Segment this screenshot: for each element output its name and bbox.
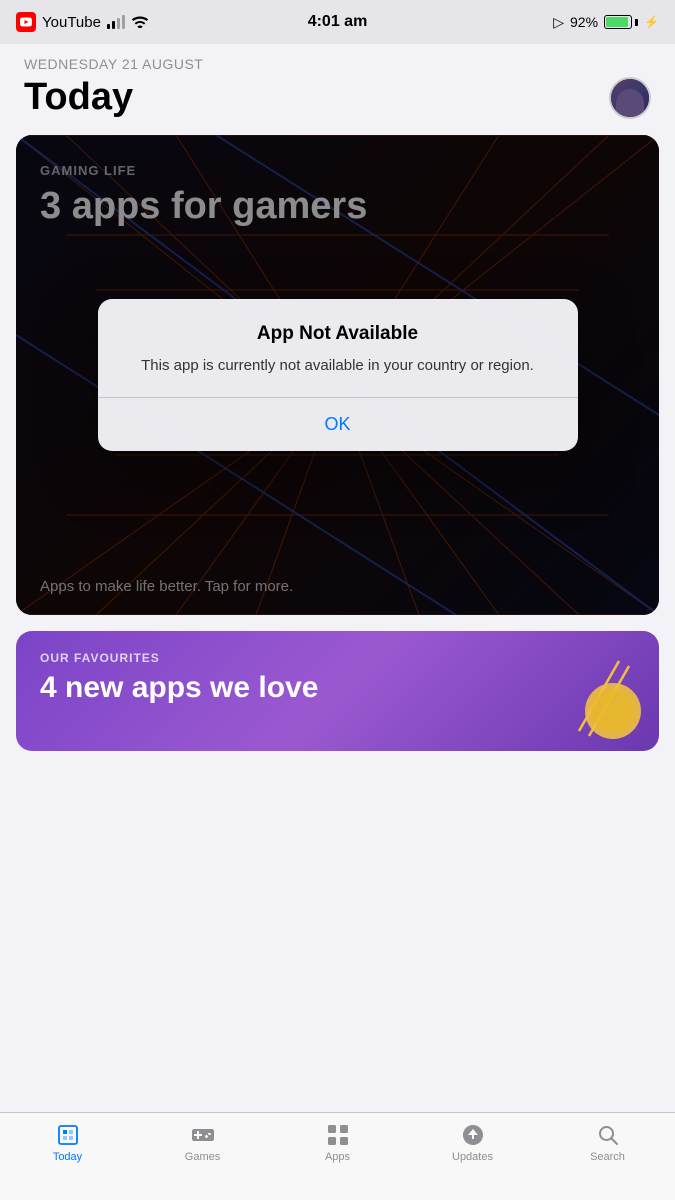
tab-updates[interactable]: Updates [405,1123,540,1163]
tab-search-label: Search [590,1151,625,1163]
tab-updates-label: Updates [452,1151,493,1163]
wifi-icon [131,14,149,31]
alert-title: App Not Available [122,323,554,345]
alert-message: This app is currently not available in y… [122,355,554,377]
today-title-row: Today [24,76,651,119]
tab-apps-label: Apps [325,1151,350,1163]
coin-decoration [583,681,643,741]
apps-icon [326,1123,350,1147]
tab-today[interactable]: Today [0,1123,135,1163]
games-icon [191,1123,215,1147]
status-bar: YouTube 4:01 am ▷ 92% ⚡ [0,0,675,44]
tab-games-label: Games [185,1151,220,1163]
status-right: ▷ 92% ⚡ [553,14,659,31]
charging-icon: ⚡ [644,15,659,29]
search-icon [596,1123,620,1147]
dialog-overlay: App Not Available This app is currently … [16,135,659,615]
tab-search[interactable]: Search [540,1123,675,1163]
today-header: WEDNESDAY 21 AUGUST Today [0,44,675,135]
page-title: Today [24,76,133,119]
avatar[interactable] [609,77,651,119]
status-left: YouTube [16,12,149,32]
tab-bar: Today Games Apps Updates Search [0,1112,675,1200]
avatar-image [611,79,649,117]
alert-body: App Not Available This app is currently … [98,299,578,397]
tab-games[interactable]: Games [135,1123,270,1163]
date-label: WEDNESDAY 21 AUGUST [24,56,651,72]
featured-card[interactable]: GAMING LIFE 3 apps for gamers Apps to ma… [16,135,659,615]
alert-actions: OK [98,398,578,451]
main-content: WEDNESDAY 21 AUGUST Today [0,44,675,1112]
updates-icon [461,1123,485,1147]
second-card[interactable]: OUR FAVOURITES 4 new apps we love [16,631,659,751]
alert-dialog: App Not Available This app is currently … [98,299,578,450]
ok-button[interactable]: OK [98,398,578,451]
second-card-tag: OUR FAVOURITES [40,651,635,665]
location-icon: ▷ [553,14,564,31]
youtube-app-icon [16,12,36,32]
today-icon [56,1123,80,1147]
time-display: 4:01 am [308,13,368,31]
tab-apps[interactable]: Apps [270,1123,405,1163]
signal-icon [107,15,125,29]
battery-icon [604,15,638,29]
second-card-title: 4 new apps we love [40,671,635,705]
app-name-label: YouTube [42,14,101,31]
battery-percent: 92% [570,14,598,30]
tab-today-label: Today [53,1151,82,1163]
